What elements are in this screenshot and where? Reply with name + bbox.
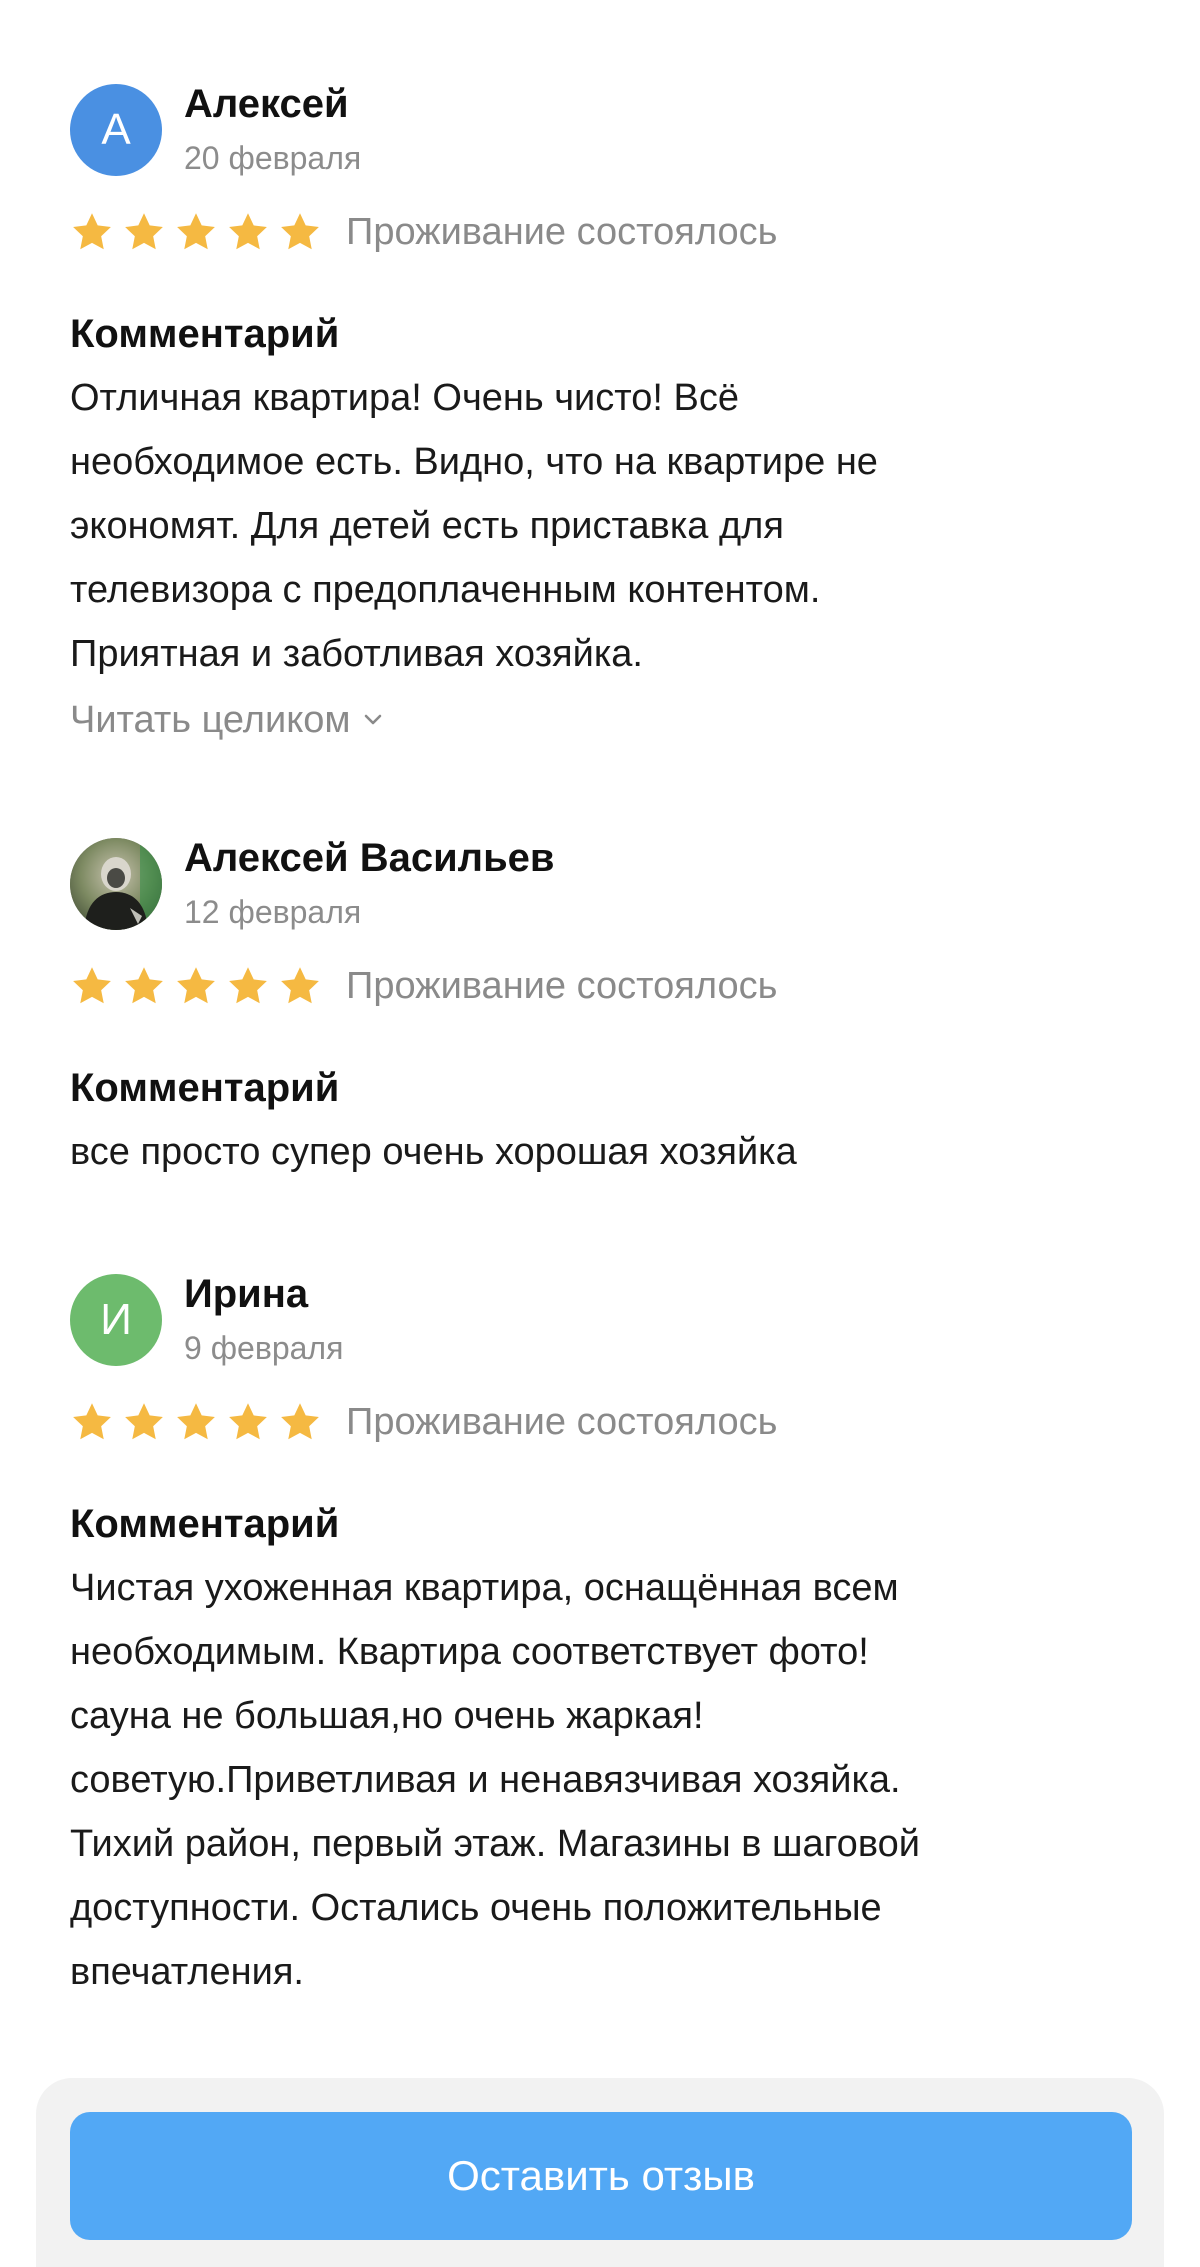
read-more-link[interactable]: Читать целиком bbox=[70, 692, 385, 748]
star-rating bbox=[70, 210, 322, 254]
avatar[interactable]: И bbox=[70, 1274, 162, 1366]
avatar-initial: А bbox=[101, 105, 131, 154]
avatar[interactable] bbox=[70, 838, 162, 930]
star-icon bbox=[73, 213, 111, 250]
star-icon bbox=[229, 213, 267, 250]
review-card: И Ирина 9 февраля Проживание состоялось … bbox=[70, 1272, 1130, 2004]
avatar-photo bbox=[70, 838, 162, 930]
star-icon bbox=[229, 1403, 267, 1440]
star-icon bbox=[229, 967, 267, 1004]
read-more-label: Читать целиком bbox=[70, 699, 351, 741]
review-header: И Ирина 9 февраля bbox=[70, 1272, 1130, 1372]
star-icon bbox=[73, 1403, 111, 1440]
comment-text: все просто супер очень хорошая хозяйка bbox=[70, 1131, 797, 1173]
stay-status: Проживание состоялось bbox=[346, 1400, 778, 1443]
rating-row: Проживание состоялось bbox=[70, 960, 1130, 1012]
avatar[interactable]: А bbox=[70, 84, 162, 176]
review-date: 12 февраля bbox=[184, 894, 362, 930]
stay-status: Проживание состоялось bbox=[346, 964, 778, 1007]
author-name[interactable]: Алексей bbox=[184, 80, 361, 128]
author-block: Алексей Васильев 12 февраля bbox=[184, 836, 555, 932]
review-card: Алексей Васильев 12 февраля Проживание с… bbox=[70, 836, 1130, 1184]
review-card: А Алексей 20 февраля Проживание состояло… bbox=[70, 82, 1130, 748]
star-icon bbox=[177, 967, 215, 1004]
star-icon bbox=[125, 967, 163, 1004]
leave-review-button[interactable]: Оставить отзыв bbox=[70, 2112, 1132, 2240]
star-icon bbox=[73, 967, 111, 1004]
rating-row: Проживание состоялось bbox=[70, 1396, 1130, 1448]
review-header: А Алексей 20 февраля bbox=[70, 82, 1130, 182]
star-icon bbox=[177, 213, 215, 250]
star-icon bbox=[177, 1403, 215, 1440]
comment-title: Комментарий bbox=[70, 1502, 340, 1546]
review-date: 9 февраля bbox=[184, 1330, 344, 1366]
review-date: 20 февраля bbox=[184, 140, 362, 176]
comment-text: Чистая ухоженная квартира, оснащённая вс… bbox=[70, 1567, 920, 1993]
star-icon bbox=[125, 213, 163, 250]
avatar-initial: И bbox=[100, 1295, 132, 1344]
star-icon bbox=[281, 213, 319, 250]
stay-status: Проживание состоялось bbox=[346, 210, 778, 253]
author-name[interactable]: Ирина bbox=[184, 1270, 343, 1318]
rating-row: Проживание состоялось bbox=[70, 206, 1130, 258]
author-name[interactable]: Алексей Васильев bbox=[184, 834, 555, 882]
author-block: Алексей 20 февраля bbox=[184, 82, 362, 178]
star-icon bbox=[281, 1403, 319, 1440]
star-rating bbox=[70, 964, 322, 1008]
chevron-down-icon bbox=[364, 714, 381, 725]
review-header: Алексей Васильев 12 февраля bbox=[70, 836, 1130, 936]
comment-title: Комментарий bbox=[70, 312, 340, 356]
comment-title: Комментарий bbox=[70, 1066, 340, 1110]
reviews-page: А Алексей 20 февраля Проживание состояло… bbox=[0, 0, 1200, 2267]
author-block: Ирина 9 февраля bbox=[184, 1272, 344, 1368]
star-rating bbox=[70, 1400, 322, 1444]
star-icon bbox=[125, 1403, 163, 1440]
comment-text: Отличная квартира! Очень чисто! Всё необ… bbox=[70, 377, 878, 675]
star-icon bbox=[281, 967, 319, 1004]
